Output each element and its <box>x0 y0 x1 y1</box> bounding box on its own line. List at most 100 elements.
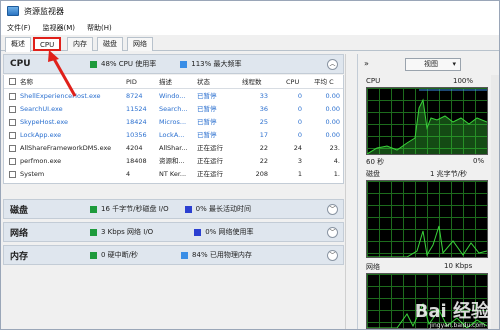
process-name: System <box>20 170 45 178</box>
process-threads: 22 <box>259 144 268 152</box>
process-threads: 33 <box>259 92 268 100</box>
memory-fault-text: 0 硬中断/秒 <box>101 251 139 259</box>
disk-graph <box>366 180 488 258</box>
chevron-down-icon[interactable]: ﹀ <box>327 250 338 261</box>
resource-monitor-icon <box>7 6 19 16</box>
chevron-up-icon[interactable]: ︿ <box>327 59 338 70</box>
col-name[interactable]: 名称 <box>20 76 120 88</box>
collapse-arrow-icon[interactable]: » <box>364 59 369 68</box>
cpu-process-table: 名称 PID 描述 状态 线程数 CPU 平均 C ShellExperienc… <box>3 75 344 184</box>
title-bar: 资源监视器 <box>1 1 499 21</box>
menu-monitor[interactable]: 监视器(M) <box>43 23 76 33</box>
tab-bar: 概述 CPU 内存 磁盘 网络 <box>1 35 499 52</box>
process-desc: Windo... <box>159 92 186 100</box>
row-checkbox[interactable] <box>9 158 16 165</box>
disk-section-header[interactable]: 磁盘 16 千字节/秒磁盘 I/O 0% 最长活动时间 ﹀ <box>3 199 344 219</box>
disk-section-title: 磁盘 <box>10 205 29 216</box>
process-cpu: 0 <box>297 105 302 113</box>
disk-graph-max: 1 兆字节/秒 <box>430 170 468 178</box>
cpu-graph-min: 0% <box>473 157 485 165</box>
process-desc: NT Ker... <box>159 170 187 178</box>
table-header: 名称 PID 描述 状态 线程数 CPU 平均 C <box>4 75 343 89</box>
blue-meter-icon <box>181 251 189 259</box>
process-threads: 17 <box>259 131 268 139</box>
process-status: 正在运行 <box>197 144 223 152</box>
view-button-label: 视图 <box>424 60 438 68</box>
row-checkbox[interactable] <box>9 132 16 139</box>
view-button[interactable]: 视图 ▾ <box>405 58 461 71</box>
process-name: SearchUI.exe <box>20 105 63 113</box>
green-meter-icon <box>90 228 97 236</box>
col-avg-cpu[interactable]: 平均 C <box>314 76 342 88</box>
disk-active-meter: 0% 最长活动时间 <box>184 204 251 214</box>
green-meter-icon <box>90 205 97 213</box>
cpu-frequency-text: 113% 最大频率 <box>191 60 242 68</box>
tab-disk[interactable]: 磁盘 <box>97 37 123 51</box>
row-checkbox[interactable] <box>9 119 16 126</box>
row-checkbox[interactable] <box>9 93 16 100</box>
table-row[interactable]: AllShareFrameworkDMS.exe 4204 AllShar...… <box>4 142 343 155</box>
col-cpu[interactable]: CPU <box>286 76 310 88</box>
menu-file[interactable]: 文件(F) <box>7 23 31 33</box>
cpu-section-title: CPU <box>10 59 31 69</box>
table-row[interactable]: SkypeHost.exe 18424 Micros... 已暂停 25 0 0… <box>4 116 343 129</box>
chevron-down-icon[interactable]: ﹀ <box>327 227 338 238</box>
baidu-watermark-url: jingyan.baidu.com <box>429 322 485 329</box>
process-pid: 4 <box>126 170 131 178</box>
col-status[interactable]: 状态 <box>197 76 237 88</box>
row-checkbox[interactable] <box>9 145 16 152</box>
network-section-header[interactable]: 网络 3 Kbps 网络 I/O 0% 网络使用率 ﹀ <box>3 222 344 242</box>
row-checkbox[interactable] <box>9 106 16 113</box>
process-name: SkypeHost.exe <box>20 118 69 126</box>
tab-overview[interactable]: 概述 <box>5 37 31 52</box>
network-usage-meter: 0% 网络使用率 <box>194 227 254 237</box>
chevron-down-icon[interactable]: ﹀ <box>327 204 338 215</box>
tab-network[interactable]: 网络 <box>127 37 153 51</box>
row-checkbox[interactable] <box>9 171 16 178</box>
process-threads: 25 <box>259 118 268 126</box>
process-cpu: 0 <box>297 118 302 126</box>
network-io-meter: 3 Kbps 网络 I/O <box>90 227 153 237</box>
select-all-checkbox[interactable] <box>9 78 16 85</box>
disk-io-meter: 16 千字节/秒磁盘 I/O <box>90 204 169 214</box>
blue-meter-icon <box>184 205 192 213</box>
process-name: LockApp.exe <box>20 131 62 139</box>
process-status: 已暂停 <box>197 92 217 100</box>
network-io-text: 3 Kbps 网络 I/O <box>101 228 154 236</box>
tab-memory[interactable]: 内存 <box>67 37 93 51</box>
memory-fault-meter: 0 硬中断/秒 <box>90 250 138 260</box>
network-graph-label: 网络 <box>366 263 380 271</box>
disk-graph-label: 磁盘 <box>366 170 380 178</box>
network-graph-max: 10 Kbps <box>444 262 473 270</box>
cpu-usage-text: 48% CPU 使用率 <box>101 60 157 68</box>
right-pane-scrollbar[interactable] <box>491 75 499 329</box>
tab-cpu[interactable]: CPU <box>33 37 62 51</box>
col-threads[interactable]: 线程数 <box>242 76 282 88</box>
table-row[interactable]: LockApp.exe 10356 LockA... 已暂停 17 0 0.00 <box>4 129 343 142</box>
memory-section-header[interactable]: 内存 0 硬中断/秒 84% 已用物理内存 ﹀ <box>3 245 344 265</box>
memory-used-text: 84% 已用物理内存 <box>192 251 252 259</box>
table-row[interactable]: ShellExperienceHost.exe 8724 Windo... 已暂… <box>4 90 343 103</box>
process-pid: 11524 <box>126 105 147 113</box>
table-row[interactable]: perfmon.exe 18408 资源和... 正在运行 22 3 4. <box>4 155 343 168</box>
process-cpu: 1 <box>297 170 302 178</box>
process-status: 正在运行 <box>197 170 223 178</box>
disk-io-text: 16 千字节/秒磁盘 I/O <box>101 205 169 213</box>
cpu-graph-max: 100% <box>453 77 474 85</box>
network-usage-text: 0% 网络使用率 <box>205 228 254 236</box>
window-title: 资源监视器 <box>24 6 64 16</box>
col-pid[interactable]: PID <box>126 76 156 88</box>
table-row[interactable]: SearchUI.exe 11524 Search... 已暂停 36 0 0.… <box>4 103 343 116</box>
table-row[interactable]: System 4 NT Ker... 正在运行 208 1 1. <box>4 168 343 181</box>
col-desc[interactable]: 描述 <box>159 76 194 88</box>
cpu-graph <box>366 87 488 155</box>
cpu-graph-plot <box>367 89 487 154</box>
menu-help[interactable]: 帮助(H) <box>87 23 112 33</box>
left-pane-scrollbar[interactable] <box>345 54 355 329</box>
baidu-watermark-logo: Bai 经验 <box>414 301 489 322</box>
resource-monitor-window: 资源监视器 文件(F) 监视器(M) 帮助(H) 概述 CPU 内存 磁盘 网络… <box>0 0 500 330</box>
blue-meter-icon <box>194 228 202 236</box>
blue-meter-icon <box>180 60 188 68</box>
cpu-section-header[interactable]: CPU 48% CPU 使用率 113% 最大频率 ︿ <box>3 54 344 74</box>
process-cpu: 0 <box>297 92 302 100</box>
